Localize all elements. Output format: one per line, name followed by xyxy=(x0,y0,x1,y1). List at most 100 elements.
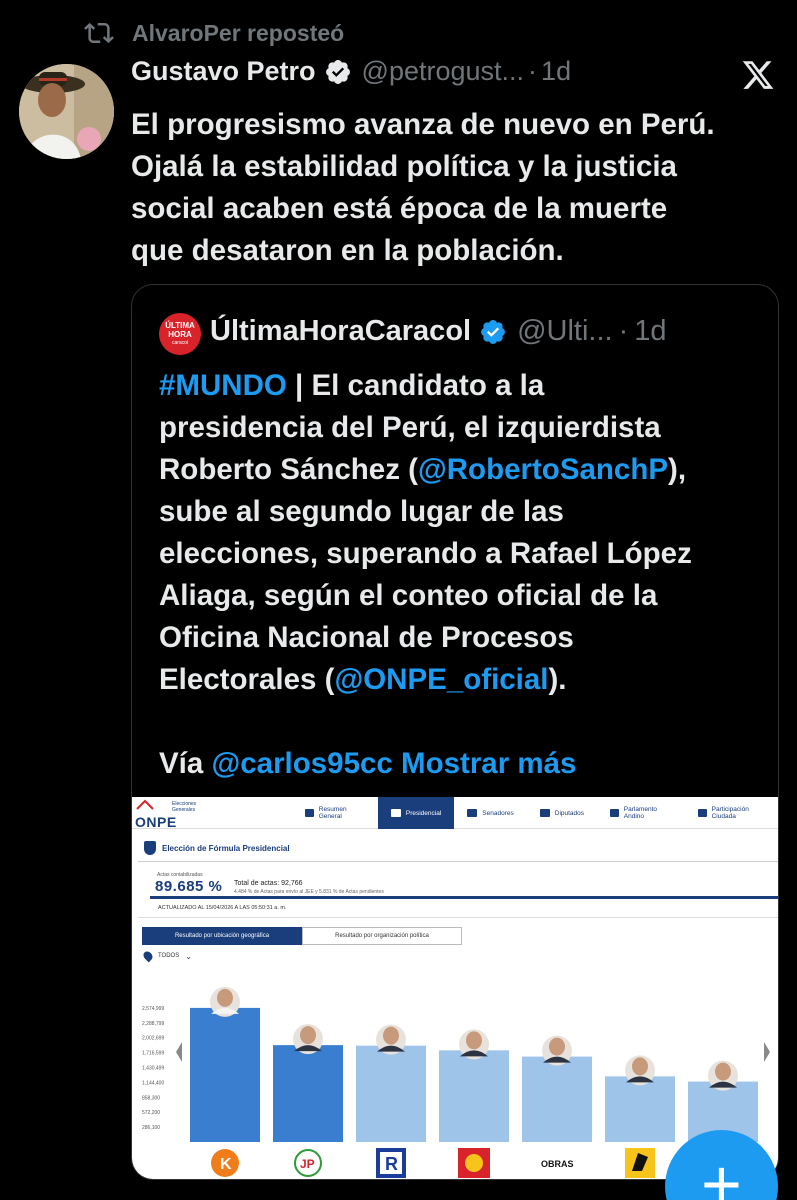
quote-avatar-line: ÚLTIMA xyxy=(165,320,195,330)
chart-prev-arrow xyxy=(176,1042,182,1062)
tweet-text-line: Ojalá la estabilidad política y la justi… xyxy=(131,150,677,183)
tweet-text: El progresismo avanza de nuevo en Perú. … xyxy=(131,104,781,272)
peru-shield-icon xyxy=(144,841,156,855)
nav-icon xyxy=(697,809,707,817)
onpe-nav-item[interactable]: Presidencial xyxy=(377,797,455,829)
quote-text-segment: ). xyxy=(548,663,567,696)
onpe-nav-label: Diputados xyxy=(554,809,585,817)
quote-link[interactable]: #MUNDO xyxy=(159,369,287,402)
candidate-bar xyxy=(605,1076,675,1142)
quote-link[interactable]: @RobertoSanchP xyxy=(418,453,668,486)
section-title-text: Elección de Fórmula Presidencial xyxy=(162,843,290,853)
nav-icon xyxy=(390,809,401,817)
quote-text-line: Roberto Sánchez (@RobertoSanchP), xyxy=(159,449,769,491)
quote-text-line: sube al segundo lugar de las xyxy=(159,491,769,533)
location-filter[interactable]: TODOS ⌄ xyxy=(141,949,192,963)
verified-badge-icon xyxy=(481,319,506,344)
total-actas: Total de actas: 92,766 xyxy=(234,880,303,887)
quote-time[interactable]: 1d xyxy=(634,315,666,348)
chevron-down-icon: ⌄ xyxy=(185,951,192,961)
onpe-results-image[interactable]: ONPE Elecciones Generales Resumen Genera… xyxy=(132,797,778,1179)
y-tick-label: 2,574,999 xyxy=(142,1006,164,1012)
author-avatar[interactable] xyxy=(19,64,114,159)
tweet-text-line: El progresismo avanza de nuevo en Perú. xyxy=(131,108,715,141)
quote-header: ÚltimaHoraCaracol @Ulti... · 1d xyxy=(210,315,667,348)
y-tick-label: 572,200 xyxy=(142,1110,160,1116)
tweet-header: Gustavo Petro @petrogust... · 1d xyxy=(131,56,571,87)
quote-text-line: Aliaga, según el conteo oficial de la xyxy=(159,575,769,617)
filter-value: TODOS xyxy=(158,953,180,959)
onpe-nav-label: Parlamento Andino xyxy=(623,806,658,820)
quote-link[interactable]: @carlos95cc xyxy=(211,747,392,780)
nav-icon xyxy=(467,809,478,817)
author-handle[interactable]: @petrogust... xyxy=(362,56,525,87)
candidate-bar xyxy=(439,1050,509,1142)
onpe-nav-item[interactable]: Participación Ciudada xyxy=(685,797,778,829)
onpe-nav-item[interactable]: Diputados xyxy=(527,797,597,829)
party-logo-sun xyxy=(465,1154,483,1172)
divider xyxy=(138,917,778,918)
onpe-nav-item[interactable]: Parlamento Andino xyxy=(597,797,685,829)
separator-dot: · xyxy=(528,56,538,86)
candidate-face xyxy=(383,1026,399,1045)
candidate-face xyxy=(549,1037,565,1056)
location-pin-icon xyxy=(141,949,155,963)
candidate-bar xyxy=(522,1056,592,1142)
quote-text-segment: Electorales ( xyxy=(159,663,335,696)
candidate-face xyxy=(715,1062,731,1081)
x-logo-icon xyxy=(742,61,774,89)
nav-icon xyxy=(305,809,314,817)
author-name[interactable]: Gustavo Petro xyxy=(131,56,316,87)
quote-text-segment: Roberto Sánchez ( xyxy=(159,453,418,486)
section-title: Elección de Fórmula Presidencial xyxy=(144,841,290,855)
y-tick-label: 2,288,799 xyxy=(142,1021,164,1027)
onpe-sub-line: Generales xyxy=(172,807,196,813)
nav-icon xyxy=(610,809,619,817)
quote-avatar-line: caracol xyxy=(171,339,189,346)
tweet-text-line: que desataron en la población. xyxy=(131,234,564,267)
quote-author-handle[interactable]: @Ulti... xyxy=(517,315,613,348)
divider xyxy=(138,861,778,862)
quote-avatar[interactable]: ÚLTIMA HORA caracol xyxy=(159,313,201,355)
quote-text-line xyxy=(159,701,769,743)
quote-text-line: presidencia del Perú, el izquierdista xyxy=(159,407,769,449)
tab-political-org[interactable]: Resultado por organización política xyxy=(302,927,462,945)
chart-next-arrow xyxy=(764,1042,770,1062)
candidate-face xyxy=(632,1057,648,1076)
separator-dot: · xyxy=(618,315,629,347)
quote-text-line: Oficina Nacional de Procesos xyxy=(159,617,769,659)
candidate-face xyxy=(466,1031,482,1050)
quote-author-name[interactable]: ÚltimaHoraCaracol xyxy=(210,315,471,348)
onpe-nav-label: Presidencial xyxy=(405,809,442,817)
quote-text-segment: Aliaga, según el conteo oficial de la xyxy=(159,579,658,612)
quoted-tweet[interactable]: ÚLTIMA HORA caracol ÚltimaHoraCaracol @U… xyxy=(131,284,779,1180)
repost-icon xyxy=(84,22,114,44)
y-tick-label: 1,716,599 xyxy=(142,1051,164,1057)
candidate-bar xyxy=(190,1007,260,1142)
onpe-topbar: ONPE Elecciones Generales Resumen Genera… xyxy=(132,797,778,830)
onpe-nav-item[interactable]: Senadores xyxy=(454,797,526,829)
onpe-nav-item[interactable]: Resumen General xyxy=(292,797,378,829)
quote-text-line: #MUNDO | El candidato a la xyxy=(159,365,769,407)
onpe-logo-text: ONPE xyxy=(135,814,177,830)
party-logo-text: JP xyxy=(300,1157,315,1171)
plus-icon: + xyxy=(701,1144,742,1200)
quote-text-line: elecciones, superando a Rafael López xyxy=(159,533,769,575)
onpe-nav-label: Resumen General xyxy=(318,806,347,820)
quote-text-segment: ), xyxy=(668,453,687,486)
quote-link[interactable]: @ONPE_oficial xyxy=(334,663,548,696)
updated-timestamp: ACTUALIZADO AL 15/04/2026 A LAS 05:50:31… xyxy=(158,905,287,911)
actas-percentage: 89.685 % xyxy=(155,878,223,895)
quote-text-line: Vía @carlos95cc Mostrar más xyxy=(159,743,769,785)
candidate-face xyxy=(217,988,233,1007)
quote-link[interactable]: Mostrar más xyxy=(393,747,576,780)
y-tick-label: 2,002,699 xyxy=(142,1036,164,1042)
candidate-bar xyxy=(356,1045,426,1142)
quote-text-segment: elecciones, superando a Rafael López xyxy=(159,537,692,570)
tab-geographic[interactable]: Resultado por ubicación geográfica xyxy=(142,927,302,945)
actas-progress-bar xyxy=(150,896,778,899)
candidate-bar xyxy=(273,1045,343,1142)
quote-text-segment: presidencia del Perú, el izquierdista xyxy=(159,411,661,444)
tweet-time[interactable]: 1d xyxy=(541,56,571,87)
party-logo-text: R xyxy=(385,1154,398,1174)
